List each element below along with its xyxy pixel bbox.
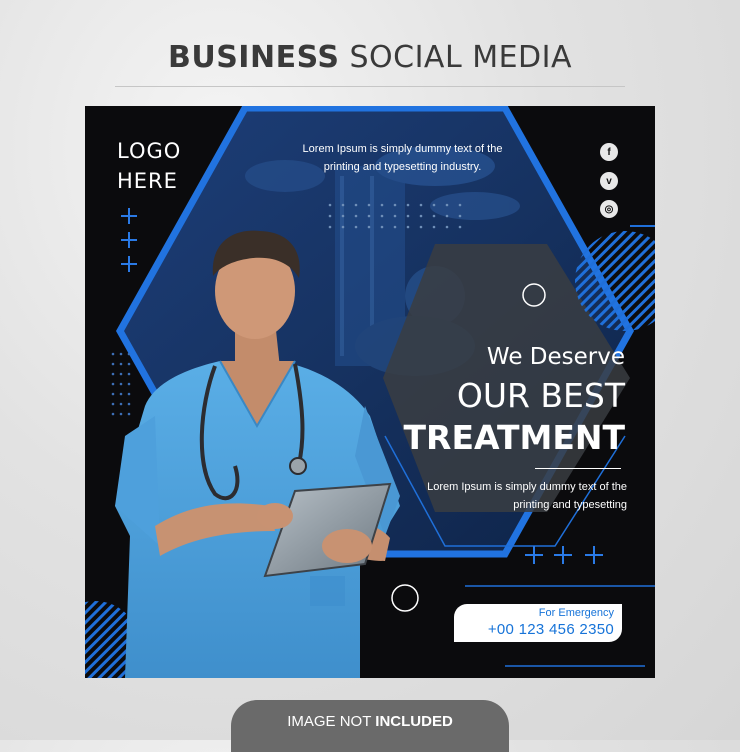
headline-line-2: OUR BEST <box>456 376 625 415</box>
headline-line-3: TREATMENT <box>403 418 625 457</box>
instagram-icon[interactable]: ◎ <box>600 200 618 218</box>
title-bold: BUSINESS <box>167 40 340 75</box>
emergency-label: For Emergency <box>538 607 614 619</box>
page-title: BUSINESS SOCIAL MEDIA <box>0 40 740 75</box>
image-not-included-tab: IMAGE NOT INCLUDED <box>231 700 509 752</box>
logo-line-2: HERE <box>117 169 178 193</box>
tab-text-normal: IMAGE NOT <box>287 713 376 730</box>
headline-line-1: We Deserve <box>486 344 625 370</box>
top-caption: Lorem Ipsum is simply dummy text of the … <box>302 143 503 173</box>
logo-placeholder: LOGO HERE <box>117 136 181 196</box>
body-caption: Lorem Ipsum is simply dummy text of the … <box>427 481 627 511</box>
emergency-phone[interactable]: +00 123 456 2350 <box>488 621 614 638</box>
emergency-contact-box[interactable]: For Emergency +00 123 456 2350 <box>454 604 622 642</box>
headline-divider <box>535 468 621 469</box>
title-light: SOCIAL MEDIA <box>349 40 573 75</box>
vimeo-icon[interactable]: v <box>600 172 618 190</box>
title-underline <box>115 86 625 87</box>
tab-text-bold: INCLUDED <box>375 713 453 730</box>
social-media-post: LOGO HERE Lorem Ipsum is simply dummy te… <box>85 106 655 678</box>
facebook-icon[interactable]: f <box>600 143 618 161</box>
logo-line-1: LOGO <box>117 139 182 163</box>
